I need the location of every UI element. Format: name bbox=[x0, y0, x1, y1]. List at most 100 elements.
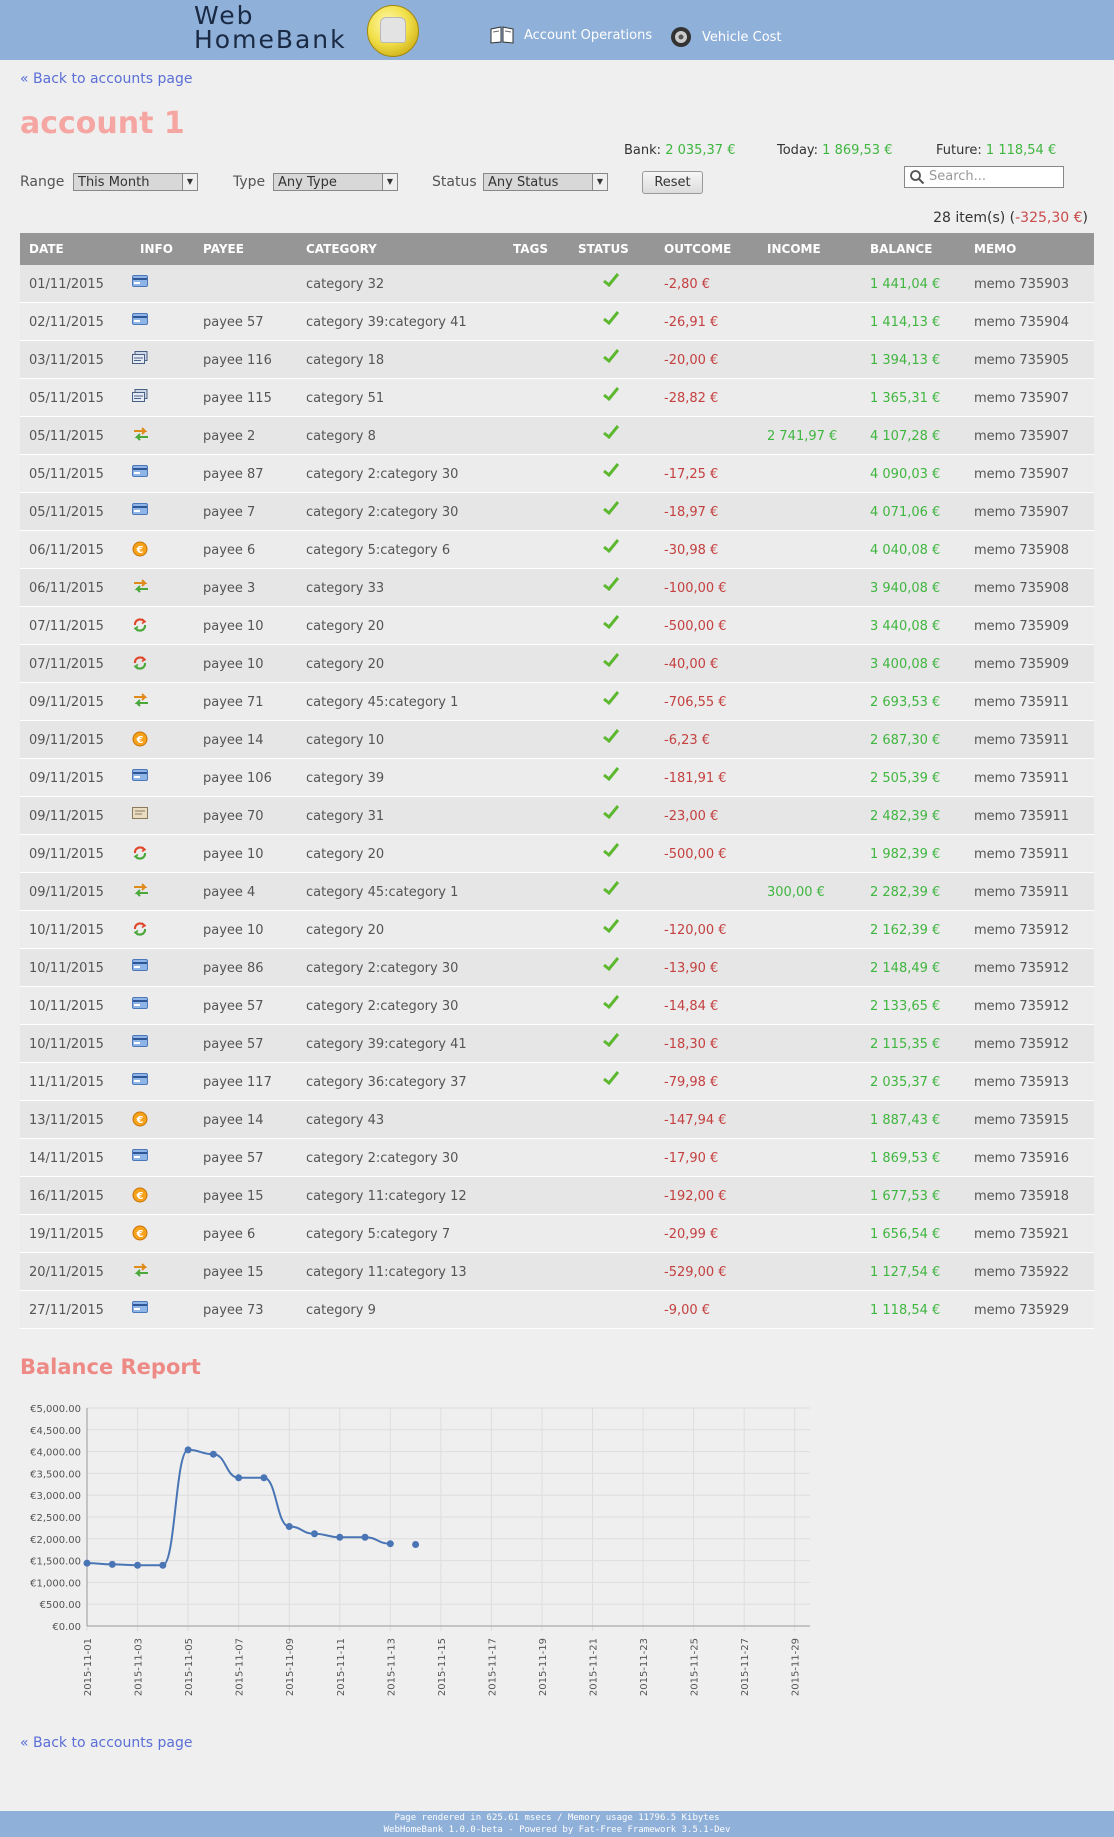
cell-memo: memo 735905 bbox=[974, 353, 1070, 368]
col-balance[interactable]: BALANCE bbox=[870, 242, 932, 256]
cell-balance: 2 133,65 € bbox=[870, 999, 941, 1014]
cell-payee: payee 106 bbox=[203, 771, 272, 786]
cell-outcome: -147,94 € bbox=[664, 1113, 727, 1128]
table-row[interactable]: 05/11/2015 payee 2 category 8 2 741,97 € 4 1… bbox=[20, 417, 1094, 455]
status-reconciled-icon[interactable] bbox=[603, 653, 620, 671]
table-row[interactable]: 10/11/2015 payee 10 category 20 -120,00 € 2 … bbox=[20, 911, 1094, 949]
col-status[interactable]: STATUS bbox=[578, 242, 629, 256]
table-row[interactable]: 05/11/2015 payee 115 category 51 -28,82 € 1 … bbox=[20, 379, 1094, 417]
cell-category: category 32 bbox=[306, 277, 385, 292]
table-row[interactable]: 27/11/2015 payee 73 category 9 -9,00 € 1 118… bbox=[20, 1291, 1094, 1329]
status-reconciled-icon[interactable] bbox=[603, 919, 620, 937]
cell-category: category 45:category 1 bbox=[306, 885, 459, 900]
app-logo-text[interactable]: Web HomeBank bbox=[194, 3, 347, 52]
table-row[interactable]: 20/11/2015 payee 15 category 11:category 1… bbox=[20, 1253, 1094, 1291]
status-reconciled-icon[interactable] bbox=[603, 767, 620, 785]
nav-vehicle-cost[interactable]: Vehicle Cost bbox=[670, 26, 782, 48]
table-row[interactable]: 09/11/2015 payee 70 category 31 -23,00 € 2 4… bbox=[20, 797, 1094, 835]
table-row[interactable]: 02/11/2015 payee 57 category 39:category 4… bbox=[20, 303, 1094, 341]
table-row[interactable]: 05/11/2015 payee 7 category 2:category 30 -… bbox=[20, 493, 1094, 531]
nav-label: Account Operations bbox=[524, 27, 653, 43]
transfer-icon bbox=[132, 693, 150, 711]
cell-date: 10/11/2015 bbox=[29, 923, 104, 938]
table-row[interactable]: 05/11/2015 payee 87 category 2:category 30… bbox=[20, 455, 1094, 493]
table-row[interactable]: 09/11/2015 payee 71 category 45:category 1… bbox=[20, 683, 1094, 721]
cell-income: 2 741,97 € bbox=[767, 429, 838, 444]
status-reconciled-icon[interactable] bbox=[603, 463, 620, 481]
cell-date: 05/11/2015 bbox=[29, 429, 104, 444]
status-reconciled-icon[interactable] bbox=[603, 501, 620, 519]
cell-date: 10/11/2015 bbox=[29, 999, 104, 1014]
data-point bbox=[310, 1530, 318, 1538]
table-row[interactable]: 06/11/2015 payee 3 category 33 -100,00 € 3 9… bbox=[20, 569, 1094, 607]
data-point bbox=[386, 1540, 394, 1548]
reset-button[interactable]: Reset bbox=[642, 171, 703, 194]
table-row[interactable]: 11/11/2015 payee 117 category 36:category … bbox=[20, 1063, 1094, 1101]
type-select[interactable]: Any Type ▼ bbox=[273, 173, 398, 191]
card-icon bbox=[132, 1073, 148, 1089]
status-reconciled-icon[interactable] bbox=[603, 691, 620, 709]
table-row[interactable]: 06/11/2015 € payee 6 category 5:category 6 -… bbox=[20, 531, 1094, 569]
search-input[interactable]: Search... bbox=[929, 167, 986, 187]
cash-icon: € bbox=[132, 1225, 148, 1245]
cell-category: category 5:category 7 bbox=[306, 1227, 451, 1242]
status-reconciled-icon[interactable] bbox=[603, 539, 620, 557]
table-row[interactable]: 10/11/2015 payee 57 category 39:category 4… bbox=[20, 1025, 1094, 1063]
table-row[interactable]: 19/11/2015 € payee 6 category 5:category 7 -… bbox=[20, 1215, 1094, 1253]
cell-payee: payee 73 bbox=[203, 1303, 264, 1318]
status-reconciled-icon[interactable] bbox=[603, 729, 620, 747]
x-tick-label: 2015-11-27 bbox=[740, 1638, 751, 1696]
col-outcome[interactable]: OUTCOME bbox=[664, 242, 731, 256]
status-reconciled-icon[interactable] bbox=[603, 425, 620, 443]
x-tick-label: 2015-11-09 bbox=[285, 1638, 296, 1696]
col-date[interactable]: DATE bbox=[29, 242, 64, 256]
table-row[interactable]: 07/11/2015 payee 10 category 20 -500,00 € 3 … bbox=[20, 607, 1094, 645]
col-tags[interactable]: TAGS bbox=[513, 242, 548, 256]
table-row[interactable]: 07/11/2015 payee 10 category 20 -40,00 € 3 4… bbox=[20, 645, 1094, 683]
status-reconciled-icon[interactable] bbox=[603, 805, 620, 823]
cell-memo: memo 735929 bbox=[974, 1303, 1070, 1318]
range-select[interactable]: This Month ▼ bbox=[73, 173, 198, 191]
data-point bbox=[235, 1474, 243, 1482]
table-row[interactable]: 09/11/2015 € payee 14 category 10 -6,23 € 2 6… bbox=[20, 721, 1094, 759]
col-payee[interactable]: PAYEE bbox=[203, 242, 244, 256]
status-reconciled-icon[interactable] bbox=[603, 957, 620, 975]
status-reconciled-icon[interactable] bbox=[603, 1071, 620, 1089]
table-row[interactable]: 10/11/2015 payee 57 category 2:category 30… bbox=[20, 987, 1094, 1025]
status-reconciled-icon[interactable] bbox=[603, 273, 620, 291]
table-row[interactable]: 14/11/2015 payee 57 category 2:category 30… bbox=[20, 1139, 1094, 1177]
table-row[interactable]: 01/11/2015 category 32 -2,80 € 1 441,04 € me… bbox=[20, 265, 1094, 303]
col-category[interactable]: CATEGORY bbox=[306, 242, 377, 256]
status-reconciled-icon[interactable] bbox=[603, 843, 620, 861]
status-select[interactable]: Any Status ▼ bbox=[483, 173, 608, 191]
status-reconciled-icon[interactable] bbox=[603, 1033, 620, 1051]
transfer-icon bbox=[132, 883, 150, 901]
cell-category: category 20 bbox=[306, 657, 385, 672]
back-to-accounts-link[interactable]: « Back to accounts page bbox=[20, 71, 192, 87]
cell-balance: 2 115,35 € bbox=[870, 1037, 941, 1052]
table-row[interactable]: 16/11/2015 € payee 15 category 11:category … bbox=[20, 1177, 1094, 1215]
table-row[interactable]: 10/11/2015 payee 86 category 2:category 30… bbox=[20, 949, 1094, 987]
col-info[interactable]: INFO bbox=[140, 242, 173, 256]
status-reconciled-icon[interactable] bbox=[603, 615, 620, 633]
status-reconciled-icon[interactable] bbox=[603, 995, 620, 1013]
status-reconciled-icon[interactable] bbox=[603, 881, 620, 899]
cell-outcome: -2,80 € bbox=[664, 277, 711, 292]
cell-payee: payee 2 bbox=[203, 429, 256, 444]
x-tick-label: 2015-11-25 bbox=[690, 1638, 701, 1696]
table-row[interactable]: 09/11/2015 payee 4 category 45:category 1 3… bbox=[20, 873, 1094, 911]
table-row[interactable]: 03/11/2015 payee 116 category 18 -20,00 € 1 … bbox=[20, 341, 1094, 379]
status-reconciled-icon[interactable] bbox=[603, 577, 620, 595]
search-box[interactable]: Search... bbox=[904, 166, 1064, 188]
cell-date: 03/11/2015 bbox=[29, 353, 104, 368]
table-row[interactable]: 09/11/2015 payee 10 category 20 -500,00 € 1 … bbox=[20, 835, 1094, 873]
status-reconciled-icon[interactable] bbox=[603, 311, 620, 329]
col-income[interactable]: INCOME bbox=[767, 242, 821, 256]
nav-account-operations[interactable]: Account Operations bbox=[490, 26, 652, 44]
table-row[interactable]: 09/11/2015 payee 106 category 39 -181,91 € 2… bbox=[20, 759, 1094, 797]
col-memo[interactable]: MEMO bbox=[974, 242, 1016, 256]
back-to-accounts-link-bottom[interactable]: « Back to accounts page bbox=[20, 1735, 192, 1751]
table-row[interactable]: 13/11/2015 € payee 14 category 43 -147,94 € 1… bbox=[20, 1101, 1094, 1139]
status-reconciled-icon[interactable] bbox=[603, 387, 620, 405]
status-reconciled-icon[interactable] bbox=[603, 349, 620, 367]
